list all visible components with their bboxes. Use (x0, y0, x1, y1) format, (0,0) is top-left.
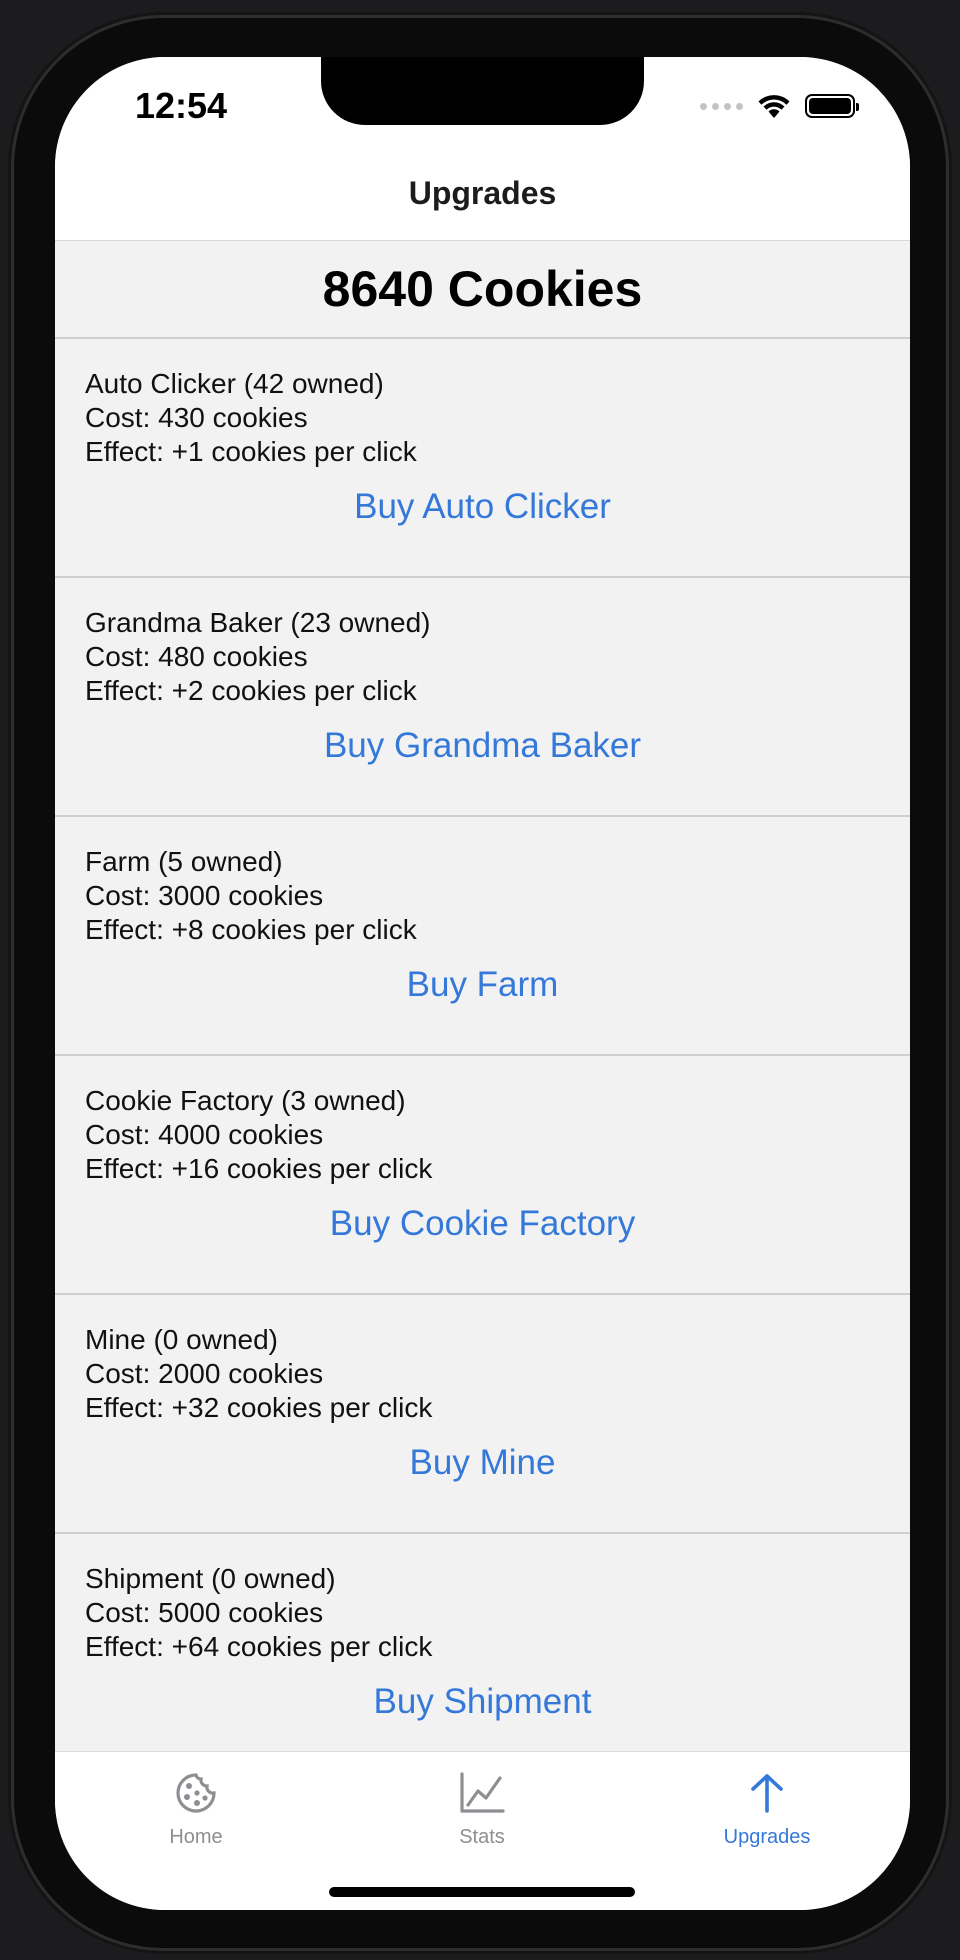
cookie-count-header: 8640 Cookies (55, 241, 910, 339)
upgrades-list: Auto Clicker (42 owned) Cost: 430 cookie… (55, 339, 910, 1773)
power-button (946, 560, 952, 760)
cookie-count: 8640 Cookies (322, 261, 643, 317)
wifi-icon (758, 95, 790, 118)
upgrade-title: Mine (0 owned) (85, 1324, 278, 1355)
tab-label: Upgrades (723, 1826, 811, 1848)
tab-label: Home (169, 1826, 223, 1848)
home-indicator[interactable] (329, 1887, 635, 1897)
buy-mine-button[interactable]: Buy Mine (85, 1443, 880, 1483)
upgrade-cost: Cost: 3000 cookies (85, 880, 324, 911)
battery-icon (805, 94, 859, 118)
buy-cookie-factory-button[interactable]: Buy Cookie Factory (85, 1204, 880, 1244)
tab-stats[interactable]: Stats (382, 1768, 582, 1849)
navigation-bar: Upgrades (55, 147, 910, 241)
upgrade-effect: Effect: +32 cookies per click (85, 1392, 433, 1423)
upgrade-effect: Effect: +2 cookies per click (85, 675, 417, 706)
upgrade-item-cookie-factory: Cookie Factory (3 owned) Cost: 4000 cook… (55, 1056, 910, 1295)
upgrade-cost: Cost: 2000 cookies (85, 1358, 324, 1389)
upgrade-item-farm: Farm (5 owned) Cost: 3000 cookies Effect… (55, 817, 910, 1056)
upgrade-cost: Cost: 480 cookies (85, 641, 308, 672)
upgrade-cost: Cost: 4000 cookies (85, 1119, 324, 1150)
chart-line-icon (460, 1772, 505, 1813)
upgrade-title: Cookie Factory (3 owned) (85, 1085, 406, 1116)
page-title: Upgrades (408, 175, 557, 211)
upgrade-item-mine: Mine (0 owned) Cost: 2000 cookies Effect… (55, 1295, 910, 1534)
buy-auto-clicker-button[interactable]: Buy Auto Clicker (85, 487, 880, 527)
upgrade-effect: Effect: +8 cookies per click (85, 914, 417, 945)
upgrade-effect: Effect: +64 cookies per click (85, 1631, 433, 1662)
upgrade-title: Shipment (0 owned) (85, 1563, 336, 1594)
upgrade-cost: Cost: 430 cookies (85, 402, 308, 433)
status-icons (700, 93, 859, 119)
buy-farm-button[interactable]: Buy Farm (85, 965, 880, 1005)
tab-home[interactable]: Home (96, 1768, 296, 1849)
arrow-up-icon (751, 1774, 783, 1813)
upgrade-title: Auto Clicker (42 owned) (85, 368, 384, 399)
upgrade-title: Farm (5 owned) (85, 846, 283, 877)
status-time: 12:54 (135, 85, 228, 126)
cellular-signal-icon (700, 102, 743, 110)
buy-shipment-button[interactable]: Buy Shipment (85, 1682, 880, 1722)
tab-bar: Home Stats Upgrades (55, 1751, 910, 1910)
upgrade-item-auto-clicker: Auto Clicker (42 owned) Cost: 430 cookie… (55, 339, 910, 578)
upgrade-item-grandma-baker: Grandma Baker (23 owned) Cost: 480 cooki… (55, 578, 910, 817)
phone-screen: 12:54 Upgrades 8640 Cookies Auto Clicker… (55, 57, 910, 1910)
upgrade-effect: Effect: +1 cookies per click (85, 436, 417, 467)
cookie-icon (176, 1773, 216, 1813)
notch (321, 57, 644, 125)
upgrade-item-shipment: Shipment (0 owned) Cost: 5000 cookies Ef… (55, 1534, 910, 1773)
buy-grandma-baker-button[interactable]: Buy Grandma Baker (85, 726, 880, 766)
upgrade-title: Grandma Baker (23 owned) (85, 607, 431, 638)
upgrade-effect: Effect: +16 cookies per click (85, 1153, 433, 1184)
upgrade-cost: Cost: 5000 cookies (85, 1597, 324, 1628)
tab-label: Stats (459, 1826, 505, 1848)
tab-upgrades[interactable]: Upgrades (667, 1768, 867, 1849)
